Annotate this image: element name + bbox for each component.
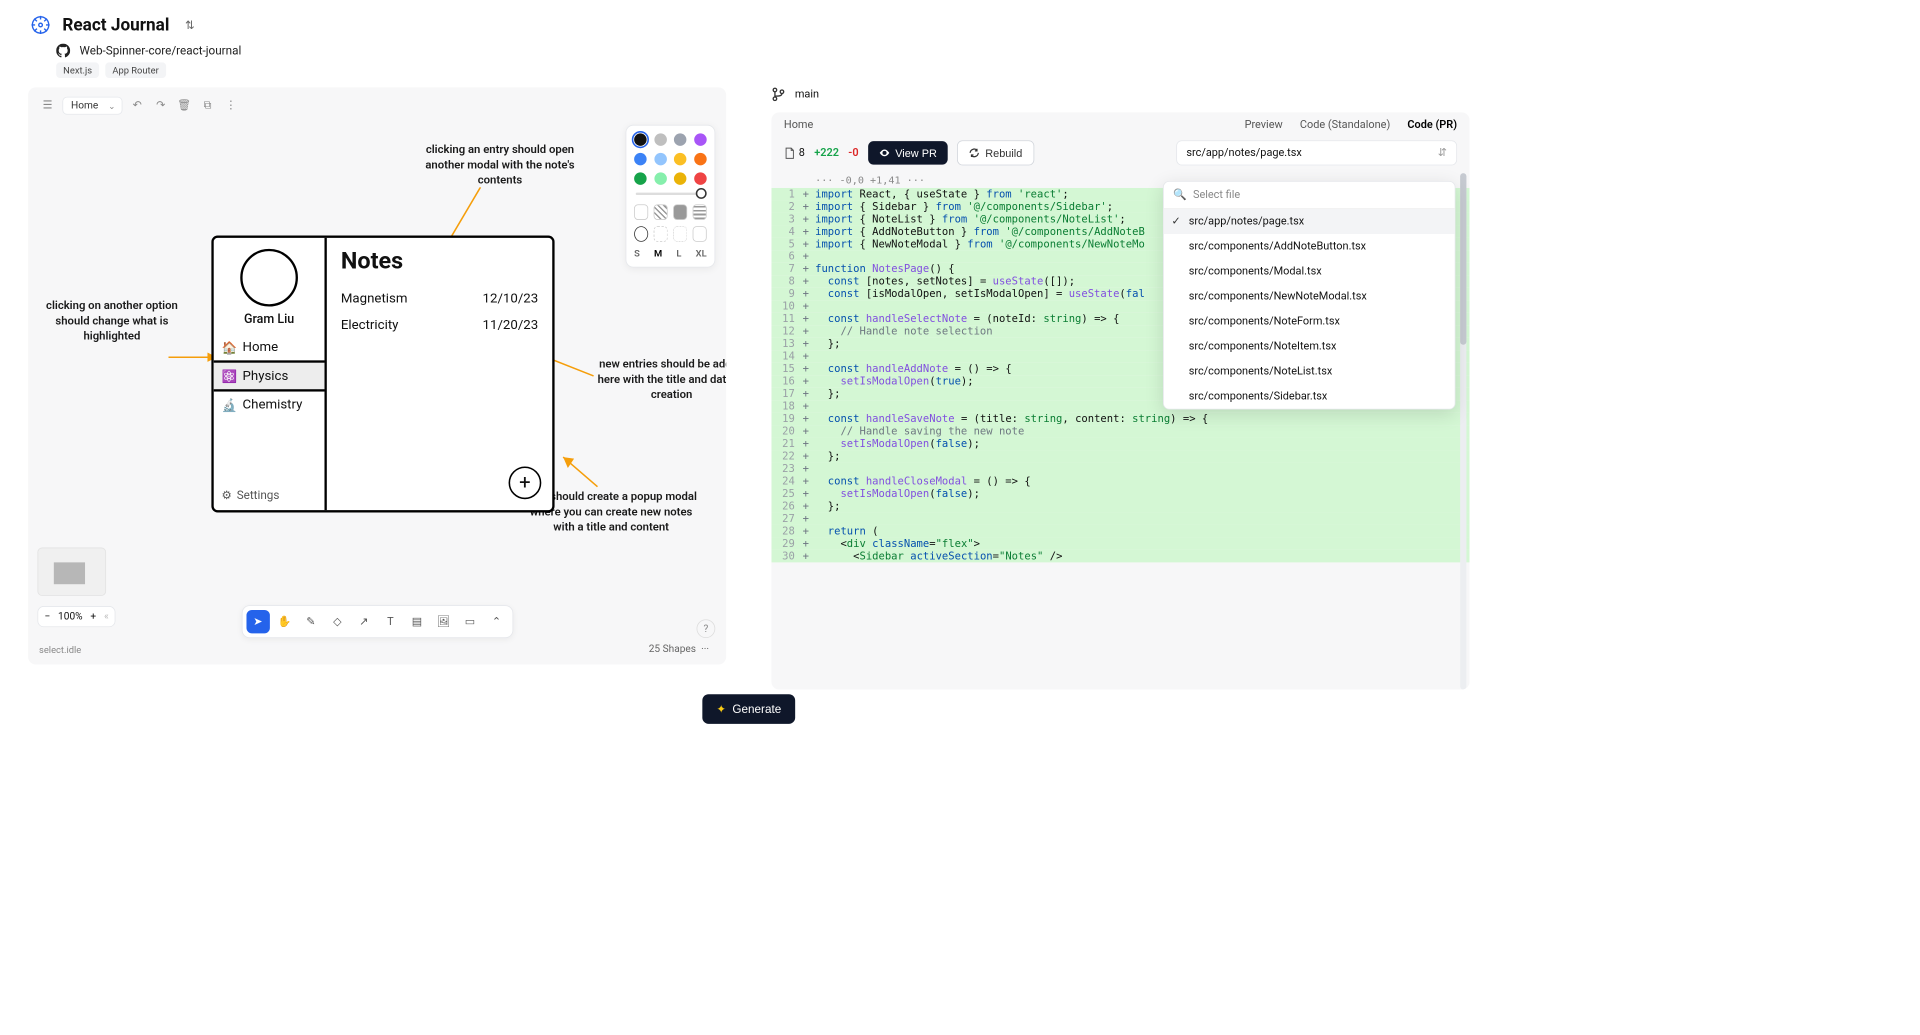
menu-icon[interactable]: ☰ <box>39 97 56 114</box>
arrow-tool[interactable]: ↗ <box>352 610 375 633</box>
code-scrollbar-thumb[interactable] <box>1460 173 1466 345</box>
canvas-toolbar: ☰ Home⌄ ↶ ↷ 🗑 ⧉ ⋮ <box>34 94 720 117</box>
app-title: React Journal <box>62 15 169 35</box>
mock-nav-item[interactable]: ⚛️Physics <box>214 360 325 391</box>
note-tool[interactable]: ▤ <box>405 610 428 633</box>
search-icon: 🔍 <box>1173 189 1187 201</box>
file-dropdown: 🔍 Select file src/app/notes/page.tsxsrc/… <box>1163 181 1456 410</box>
code-line: 29+ <div className="flex"> <box>771 537 1469 549</box>
more-tool[interactable]: ⌃ <box>485 610 508 633</box>
mock-note-row[interactable]: Electricity11/20/23 <box>341 312 538 339</box>
canvas-sketch[interactable]: clicking an entry should open another mo… <box>28 134 726 579</box>
code-tab[interactable]: Code (Standalone) <box>1300 119 1390 131</box>
collapse-icon[interactable]: « <box>104 611 109 623</box>
rect-tool[interactable]: ▭ <box>458 610 481 633</box>
mock-nav-item[interactable]: 🔬Chemistry <box>214 392 325 419</box>
avatar <box>240 249 298 307</box>
chevron-updown-icon: ⇵ <box>1438 147 1447 159</box>
mock-settings[interactable]: ⚙Settings <box>214 480 325 510</box>
code-tab[interactable]: Code (PR) <box>1407 119 1457 131</box>
file-option[interactable]: src/components/NewNoteModal.tsx <box>1164 284 1455 309</box>
repo-path[interactable]: Web-Spinner-core/react-journal <box>80 44 242 58</box>
title-selector-icon[interactable]: ⇅ <box>185 18 195 32</box>
text-tool[interactable]: T <box>379 610 402 633</box>
file-icon <box>784 147 796 159</box>
gear-icon: ⚙ <box>222 488 232 502</box>
code-line: 24+ const handleCloseModal = () => { <box>771 475 1469 487</box>
branch-name[interactable]: main <box>795 88 819 100</box>
files-changed: 8 <box>784 147 805 159</box>
zoom-out-icon[interactable]: − <box>44 611 50 623</box>
file-option[interactable]: src/components/NoteList.tsx <box>1164 359 1455 384</box>
rebuild-button[interactable]: Rebuild <box>957 140 1034 165</box>
canvas-breadcrumb[interactable]: Home⌄ <box>62 96 122 114</box>
pencil-tool[interactable]: ✎ <box>299 610 322 633</box>
code-line: 22+ }; <box>771 450 1469 462</box>
annotation-top: clicking an entry should open another mo… <box>410 142 589 188</box>
app-logo-icon <box>30 14 52 36</box>
app-header: React Journal ⇅ <box>0 0 1498 44</box>
file-option[interactable]: src/components/Modal.tsx <box>1164 259 1455 284</box>
tag-row: Next.js App Router <box>0 62 1498 87</box>
sparkle-icon: ✦ <box>716 702 726 716</box>
mock-note-row[interactable]: Magnetism12/10/23 <box>341 285 538 312</box>
duplicate-icon[interactable]: ⧉ <box>199 97 216 114</box>
branch-icon <box>771 87 785 101</box>
pointer-tool[interactable]: ➤ <box>246 610 269 633</box>
mock-title: Notes <box>341 247 538 274</box>
code-tab[interactable]: Preview <box>1245 119 1283 131</box>
file-search[interactable]: 🔍 Select file <box>1164 182 1455 209</box>
undo-icon[interactable]: ↶ <box>129 97 146 114</box>
deletions-count: -0 <box>848 147 858 159</box>
file-option[interactable]: src/components/NoteItem.tsx <box>1164 334 1455 359</box>
code-breadcrumb[interactable]: Home <box>784 119 813 131</box>
zoom-value: 100% <box>58 611 83 623</box>
zoom-control[interactable]: − 100% + « <box>37 606 115 627</box>
zoom-in-icon[interactable]: + <box>90 611 96 623</box>
code-panel: Home Preview Code (Standalone) Code (PR) 8… <box>771 112 1469 689</box>
file-option[interactable]: src/components/NoteForm.tsx <box>1164 309 1455 334</box>
add-note-button[interactable]: + <box>509 466 542 499</box>
annotation-right: new entries should be added here with th… <box>590 356 726 402</box>
annotation-left: clicking on another option should change… <box>36 298 188 344</box>
image-tool[interactable]: 🖼 <box>432 610 455 633</box>
help-icon[interactable]: ? <box>697 619 716 638</box>
code-line: 25+ setIsModalOpen(false); <box>771 487 1469 499</box>
file-selector[interactable]: src/app/notes/page.tsx ⇵ <box>1176 140 1457 165</box>
trash-icon[interactable]: 🗑 <box>175 97 192 114</box>
canvas-status: select.idle <box>39 644 81 655</box>
code-line: 27+ <box>771 512 1469 524</box>
redo-icon[interactable]: ↷ <box>152 97 169 114</box>
code-line: 28+ return ( <box>771 525 1469 537</box>
code-line: 21+ setIsModalOpen(false); <box>771 438 1469 450</box>
shapes-count: 25 Shapes ··· <box>649 644 709 656</box>
canvas-toolbox: ➤✋✎◇↗T▤🖼▭⌃ <box>241 605 512 638</box>
mock-sidebar: Gram Liu 🏠Home⚛️Physics🔬Chemistry ⚙Setti… <box>214 238 327 510</box>
tag: App Router <box>105 62 165 78</box>
additions-count: +222 <box>814 147 839 159</box>
tag: Next.js <box>56 62 99 78</box>
hand-tool[interactable]: ✋ <box>273 610 296 633</box>
mock-username: Gram Liu <box>214 311 325 326</box>
canvas-panel: ☰ Home⌄ ↶ ↷ 🗑 ⧉ ⋮ <box>28 87 726 664</box>
code-line: 26+ }; <box>771 500 1469 512</box>
eraser-tool[interactable]: ◇ <box>326 610 349 633</box>
refresh-icon <box>969 147 980 158</box>
mock-app: Gram Liu 🏠Home⚛️Physics🔬Chemistry ⚙Setti… <box>211 236 554 513</box>
minimap[interactable] <box>37 548 106 596</box>
eye-icon <box>879 147 890 158</box>
file-option[interactable]: src/app/notes/page.tsx <box>1164 209 1455 234</box>
generate-button[interactable]: ✦ Generate <box>702 694 795 724</box>
mock-nav-item[interactable]: 🏠Home <box>214 334 325 361</box>
more-icon[interactable]: ⋮ <box>222 97 239 114</box>
github-icon <box>56 44 70 58</box>
file-option[interactable]: src/components/AddNoteButton.tsx <box>1164 234 1455 259</box>
code-line: 23+ <box>771 463 1469 475</box>
code-line: 20+ // Handle saving the new note <box>771 425 1469 437</box>
file-option[interactable]: src/components/Sidebar.tsx <box>1164 384 1455 409</box>
code-line: 19+ const handleSaveNote = (title: strin… <box>771 413 1469 425</box>
view-pr-button[interactable]: View PR <box>868 141 948 164</box>
code-line: 30+ <Sidebar activeSection="Notes" /> <box>771 550 1469 562</box>
